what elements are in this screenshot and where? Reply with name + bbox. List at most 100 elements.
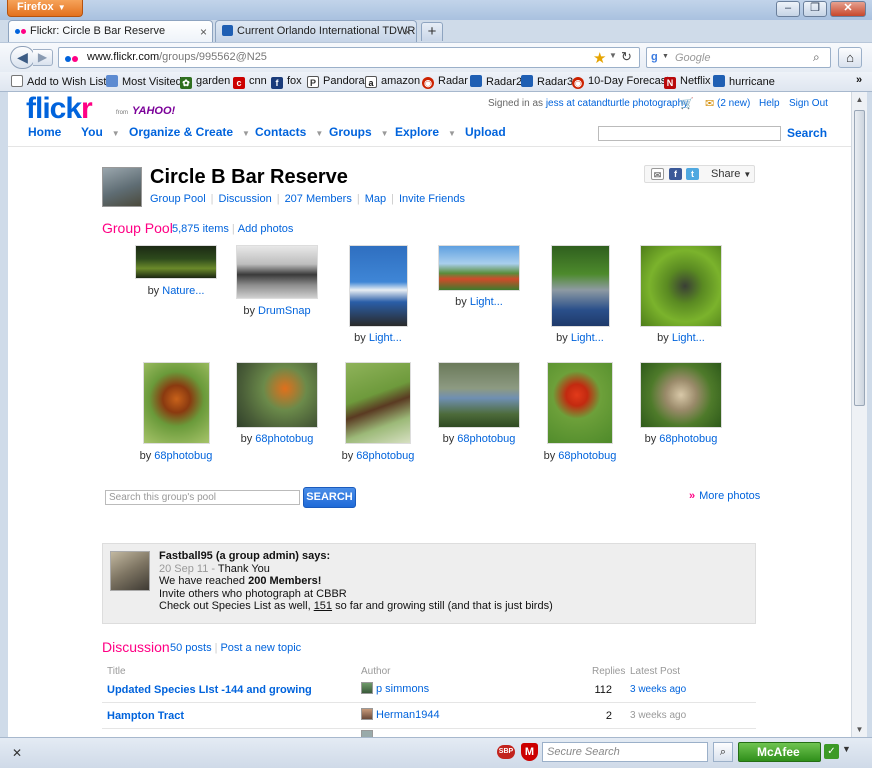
bookmark-amazon[interactable]: a amazon [365, 75, 420, 88]
subnav-discussion[interactable]: Discussion [219, 193, 272, 205]
bookmark-add-to-wish-list[interactable]: Add to Wish List [11, 75, 106, 88]
subnav-invite-friends[interactable]: Invite Friends [399, 193, 465, 205]
twitter-share-icon[interactable]: t [686, 168, 699, 180]
scroll-down-icon[interactable]: ▼ [852, 722, 867, 737]
photo-thumbnail[interactable] [349, 245, 408, 327]
discussion-count-link[interactable]: 50 posts [170, 642, 212, 654]
bookmark-10-day-forecast[interactable]: ◉ 10-Day Forecast [572, 75, 669, 89]
photo-thumbnail[interactable] [236, 245, 318, 299]
group-avatar[interactable] [102, 167, 142, 207]
photo-thumbnail[interactable] [640, 245, 722, 327]
tab-orlando-tdwr[interactable]: Current Orlando International TDWR ... × [215, 20, 417, 42]
mail-count-link[interactable]: (2 new) [717, 98, 750, 109]
photo-thumbnail[interactable] [345, 362, 411, 444]
photo-thumbnail[interactable] [551, 245, 610, 327]
admin-avatar[interactable] [110, 551, 150, 591]
chevron-down-icon[interactable]: ▼ [662, 53, 669, 60]
mcafee-siteadvisor-button[interactable]: McAfee [738, 742, 821, 762]
help-link[interactable]: Help [759, 98, 780, 109]
photo-thumbnail[interactable] [640, 362, 722, 428]
topic-link[interactable]: Hampton Tract [107, 710, 184, 722]
chevron-down-icon[interactable]: ▼ [315, 129, 323, 138]
photo-thumbnail[interactable] [135, 245, 217, 279]
page-scrollbar[interactable]: ▲ ▼ [851, 92, 867, 737]
author-link[interactable]: Herman1944 [361, 708, 440, 721]
photo-thumbnail[interactable] [236, 362, 318, 428]
email-share-icon[interactable]: ✉ [651, 168, 664, 180]
photo-thumbnail[interactable] [547, 362, 613, 444]
minimize-button[interactable]: – [776, 1, 800, 17]
photo-author-link[interactable]: DrumSnap [258, 305, 311, 317]
cart-icon[interactable]: 🛒 [680, 97, 694, 110]
species-count-link[interactable]: 151 [314, 600, 332, 612]
pool-search-input[interactable]: Search this group's pool [105, 490, 300, 505]
reload-icon[interactable]: ↻ [621, 49, 632, 65]
close-addon-bar-icon[interactable]: ✕ [12, 746, 22, 760]
url-dropdown-icon[interactable]: ▼ [609, 51, 617, 60]
nav-contacts[interactable]: Contacts ▼ [255, 125, 323, 139]
subnav-map[interactable]: Map [365, 193, 386, 205]
post-new-topic-link[interactable]: Post a new topic [220, 642, 301, 654]
check-icon[interactable]: ✓ [824, 744, 839, 759]
bookmark-garden[interactable]: ✿ garden [180, 75, 230, 89]
photo-author-link[interactable]: Light... [470, 296, 503, 308]
back-button[interactable]: ◀ [10, 46, 35, 69]
subnav-group-pool[interactable]: Group Pool [150, 193, 206, 205]
more-photos-label[interactable]: More photos [699, 490, 760, 502]
photo-author-link[interactable]: 68photobug [659, 433, 717, 445]
scroll-up-icon[interactable]: ▲ [852, 92, 867, 107]
latest-post-link[interactable]: 3 weeks ago [630, 684, 686, 695]
bookmark-radar[interactable]: ◉ Radar [422, 75, 468, 89]
pool-count-link[interactable]: 5,875 items [172, 223, 229, 235]
search-magnifier-icon[interactable]: ⌕ [813, 50, 820, 65]
bookmark-hurricane[interactable]: hurricane [713, 75, 775, 88]
account-user-link[interactable]: jess at catandturtle photography [546, 98, 688, 109]
share-dropdown[interactable]: Share ▼ [711, 168, 751, 180]
home-button[interactable]: ⌂ [838, 47, 862, 68]
chevron-down-icon[interactable]: ▼ [112, 129, 120, 138]
nav-groups[interactable]: Groups ▼ [329, 125, 389, 139]
photo-author-link[interactable]: Nature... [162, 285, 204, 297]
bookmark-most-visited[interactable]: Most Visited [106, 75, 182, 88]
author-link[interactable] [361, 730, 376, 737]
close-tab-icon[interactable]: × [200, 22, 207, 42]
chevron-down-icon[interactable]: ▼ [381, 129, 389, 138]
bookmark-star-icon[interactable]: ★ [593, 49, 606, 67]
bookmark-radar2[interactable]: Radar2 [470, 75, 522, 88]
bookmark-netflix[interactable]: N Netflix [664, 75, 711, 89]
sbp-icon[interactable]: SBP [497, 745, 515, 759]
mail-icon[interactable]: ✉ [705, 97, 714, 110]
forward-button[interactable]: ▶ [33, 49, 53, 66]
author-link[interactable]: p simmons [361, 682, 429, 695]
sign-out-link[interactable]: Sign Out [789, 98, 828, 109]
topic-link[interactable]: Updated Species LIst -144 and growing [107, 684, 312, 696]
photo-author-link[interactable]: 68photobug [255, 433, 313, 445]
bookmark-pandora[interactable]: P Pandora [307, 75, 365, 88]
maximize-button[interactable]: ❐ [803, 1, 827, 17]
photo-author-link[interactable]: 68photobug [356, 450, 414, 462]
bookmark-fox[interactable]: f fox [271, 75, 302, 89]
photo-author-link[interactable]: Light... [672, 332, 705, 344]
photo-thumbnail[interactable] [438, 362, 520, 428]
mcafee-shield-icon[interactable]: M [521, 743, 538, 761]
nav-home[interactable]: Home [28, 125, 61, 139]
site-identity-icon[interactable] [65, 53, 78, 65]
secure-search-input[interactable]: Secure Search [542, 742, 708, 762]
pool-search-button[interactable]: SEARCH [303, 487, 356, 508]
chevron-down-icon[interactable]: ▼ [242, 129, 250, 138]
facebook-share-icon[interactable]: f [669, 168, 682, 180]
photo-author-link[interactable]: 68photobug [558, 450, 616, 462]
google-engine-icon[interactable]: g [651, 51, 658, 63]
nav-you[interactable]: You ▼ [81, 125, 120, 139]
close-tab-icon[interactable]: × [404, 22, 411, 42]
photo-thumbnail[interactable] [438, 245, 520, 291]
nav-upload[interactable]: Upload [465, 125, 506, 139]
photo-author-link[interactable]: Light... [571, 332, 604, 344]
scroll-thumb[interactable] [854, 110, 865, 406]
web-search-box[interactable]: g ▼ Google ⌕ [646, 47, 831, 68]
chevron-down-icon[interactable]: ▼ [842, 744, 851, 754]
firefox-menu-button[interactable]: Firefox ▼ [7, 0, 83, 17]
bookmark-cnn[interactable]: c cnn [233, 75, 267, 89]
new-tab-button[interactable]: + [421, 22, 443, 41]
photo-author-link[interactable]: 68photobug [154, 450, 212, 462]
